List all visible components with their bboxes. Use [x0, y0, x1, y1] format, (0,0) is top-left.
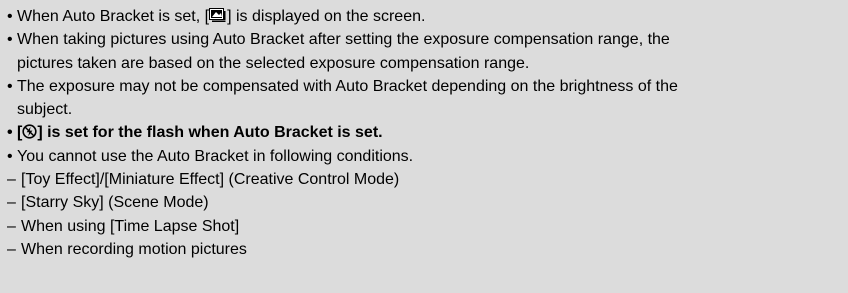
sub-item: – [Starry Sky] (Scene Mode) [7, 191, 848, 214]
bullet-exposure-brightness: • The exposure may not be compensated wit… [7, 75, 848, 98]
bullet-continuation: subject. [7, 98, 848, 121]
bullet-text: When taking pictures using Auto Bracket … [17, 31, 670, 49]
document-page: • When Auto Bracket is set, [] is display… [0, 0, 848, 293]
sub-item-text: When recording motion pictures [21, 240, 247, 258]
bullet-mark: • [7, 124, 13, 142]
bullet-mark: • [7, 31, 13, 49]
auto-bracket-icon [209, 8, 227, 23]
bullet-text: When Auto Bracket is set, [ [17, 8, 210, 25]
bullet-auto-bracket-display: • When Auto Bracket is set, [ ] is display… [7, 5, 848, 28]
bullet-exposure-range: • When taking pictures using Auto Bracket… [7, 28, 848, 51]
bullet-text: The exposure may not be compensated with… [17, 77, 678, 95]
sub-item-text: [Toy Effect]/[Miniature Effect] (Creativ… [21, 171, 400, 189]
sub-item: – When using [Time Lapse Shot] [7, 215, 848, 238]
dash-mark: – [7, 194, 16, 212]
bullet-mark: • [7, 8, 13, 25]
bullet-text: pictures taken are based on the selected… [17, 54, 530, 72]
bullet-flash-setting: •[] is set for the flash when Auto Brack… [7, 121, 848, 144]
dash-mark: – [7, 240, 16, 258]
sub-item-text: When using [Time Lapse Shot] [21, 217, 240, 235]
sub-item-text: [Starry Sky] (Scene Mode) [21, 194, 209, 212]
bullet-text: You cannot use the Auto Bracket in follo… [17, 147, 414, 165]
bullet-continuation: pictures taken are based on the selected… [7, 52, 848, 75]
bullet-mark: • [7, 77, 13, 95]
bullet-mark: • [7, 147, 13, 165]
dash-mark: – [7, 171, 16, 189]
sub-item: – When recording motion pictures [7, 238, 848, 261]
bullet-text: subject. [17, 101, 73, 119]
flash-off-icon [22, 124, 37, 140]
bullet-text: ] is displayed on the screen. [227, 8, 426, 25]
bullet-restrictions: • You cannot use the Auto Bracket in foll… [7, 145, 848, 168]
dash-mark: – [7, 217, 16, 235]
sub-item: – [Toy Effect]/[Miniature Effect] (Creati… [7, 168, 848, 191]
bullet-text: ] is set for the flash when Auto Bracket… [37, 124, 383, 142]
